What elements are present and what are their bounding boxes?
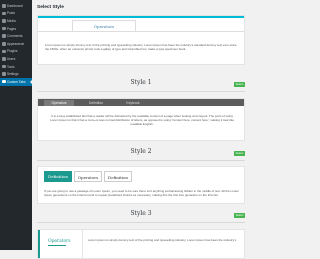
style-3-preview: Definition Operators Definition If you a… [37, 166, 245, 204]
tab-underline [38, 31, 244, 32]
sidebar-item-label: Tools [7, 64, 15, 69]
page-icon [2, 26, 6, 31]
style-1-label: Style 1 [130, 79, 152, 86]
pin-icon [2, 11, 6, 16]
sidebar-item-custom-tabs[interactable]: Custom Tabs [0, 77, 32, 86]
style-1-content: Lorem Ipsum is simply dummy text of the … [45, 43, 237, 52]
style-1-preview: Operators Lorem Ipsum is simply dummy te… [37, 15, 245, 65]
select-style-3-button[interactable]: Select [234, 213, 245, 218]
sidebar-item-comments[interactable]: Comments [0, 32, 32, 40]
tabs-icon [2, 79, 6, 84]
sidebar-item-label: Comments [7, 34, 23, 39]
style-4-preview: Operators Lorem Ipsum is simply dummy te… [37, 229, 245, 259]
page-title: Select Style [37, 5, 64, 10]
sidebar-item-pages[interactable]: Pages [0, 25, 32, 33]
sidebar-item-label: Settings [7, 72, 19, 77]
sidebar-item-dashboard[interactable]: Dashboard [0, 2, 32, 10]
sidebar-item-label: Appearance [7, 41, 25, 46]
divider [37, 222, 245, 223]
sidebar-item-label: Custom Tabs [7, 79, 26, 84]
style-1-top-border [38, 16, 244, 18]
main-content: Select Style Operators Lorem Ipsum is si… [32, 0, 250, 259]
brush-icon [2, 42, 6, 46]
tab-operators[interactable]: Operators [74, 171, 102, 182]
admin-sidebar: Dashboard Posts Media Pages Comments App… [0, 0, 32, 250]
select-style-2-button[interactable]: Select [234, 151, 245, 156]
media-icon [2, 19, 6, 23]
sidebar-item-plugins[interactable]: Plugins [0, 48, 32, 56]
tab-definition[interactable]: Definition [81, 100, 111, 106]
dashboard-icon [2, 4, 6, 8]
sidebar-item-label: Media [7, 18, 16, 23]
tools-icon [2, 64, 6, 69]
style-3-label: Style 3 [130, 210, 152, 217]
tab-underline [48, 245, 66, 246]
sidebar-item-users[interactable]: Users [0, 55, 32, 63]
sidebar-item-label: Dashboard [7, 3, 23, 8]
style-4-accent-bar [38, 230, 40, 258]
style-2-content: It is a long established fact that a rea… [50, 114, 234, 127]
sidebar-item-tools[interactable]: Tools [0, 63, 32, 71]
select-style-1-button[interactable]: Select [234, 82, 245, 87]
tab-operators[interactable]: Operators [44, 100, 74, 106]
tab-operators[interactable]: Operators [48, 239, 71, 244]
plugin-icon [2, 49, 6, 54]
style-2-label: Style 2 [130, 148, 152, 155]
users-icon [2, 57, 6, 61]
tab-operators[interactable]: Operators [72, 20, 136, 31]
style-4-content: Lorem Ipsum is simply dummy text of the … [88, 238, 237, 242]
sidebar-item-label: Users [7, 56, 16, 61]
style-3-content: If you are going to use a passage of Lor… [44, 189, 240, 198]
divider [37, 91, 245, 92]
divider [37, 160, 245, 161]
sidebar-item-posts[interactable]: Posts [0, 10, 32, 18]
tab-keybook[interactable]: Keybook [118, 100, 148, 106]
sidebar-item-appearance[interactable]: Appearance [0, 40, 32, 48]
settings-icon [2, 72, 6, 76]
sidebar-item-label: Pages [7, 26, 17, 31]
sidebar-item-settings[interactable]: Settings [0, 70, 32, 78]
style-2-preview: Operators Definition Keybook It is a lon… [37, 98, 245, 141]
vertical-divider [82, 230, 83, 258]
sidebar-item-label: Posts [7, 11, 15, 16]
comment-icon [2, 34, 6, 38]
tab-definition[interactable]: Definition [44, 171, 72, 182]
sidebar-item-label: Plugins [7, 49, 18, 54]
tab-definition[interactable]: Definition [104, 171, 132, 182]
sidebar-item-media[interactable]: Media [0, 17, 32, 25]
